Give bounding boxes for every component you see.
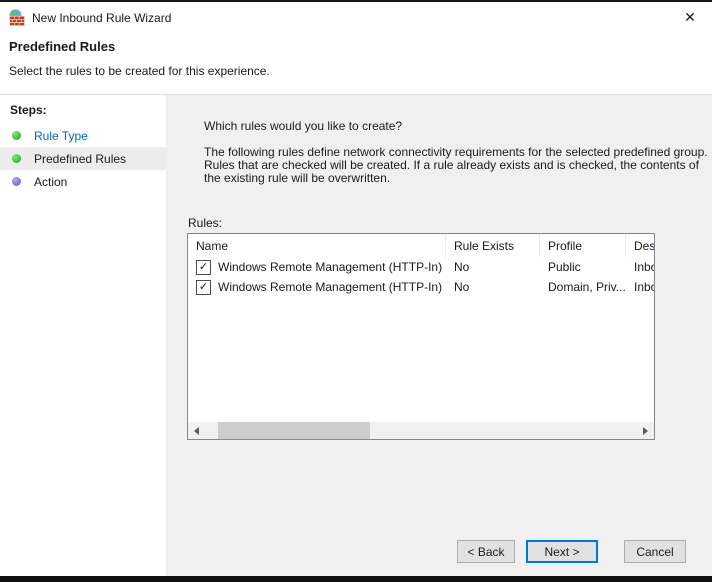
rule-checkbox[interactable]: ✓ <box>196 260 211 275</box>
page-subtitle: Select the rules to be created for this … <box>0 54 712 78</box>
main-panel: Which rules would you like to create? Th… <box>167 95 712 576</box>
checkmark-icon: ✓ <box>199 282 208 293</box>
step-done-dot-icon <box>12 131 21 140</box>
next-button[interactable]: Next > <box>526 540 598 563</box>
rule-name: Windows Remote Management (HTTP-In) <box>218 280 442 294</box>
scrollbar-left-arrow-icon[interactable] <box>188 422 205 439</box>
rule-exists-value: No <box>446 277 540 297</box>
rule-description-value: Inbou <box>626 257 654 277</box>
column-header-name[interactable]: Name <box>188 234 446 257</box>
wizard-body: Steps: Rule Type Predefined Rules Action… <box>0 95 712 576</box>
rules-list-label: Rules: <box>188 216 222 230</box>
page-title: Predefined Rules <box>0 33 712 54</box>
column-header-description[interactable]: Desc <box>626 234 654 257</box>
rule-exists-value: No <box>446 257 540 277</box>
table-empty-area <box>188 297 654 422</box>
rules-table: Name Rule Exists Profile Desc ✓ Windows … <box>187 233 655 440</box>
step-item-action: Action <box>0 170 166 193</box>
question-text: Which rules would you like to create? <box>204 119 402 133</box>
scrollbar-track[interactable] <box>205 422 637 439</box>
steps-heading: Steps: <box>0 95 166 124</box>
close-button[interactable]: ✕ <box>672 2 708 33</box>
step-done-dot-icon <box>12 154 21 163</box>
step-label: Action <box>34 175 67 189</box>
back-button[interactable]: < Back <box>457 540 515 563</box>
horizontal-scrollbar[interactable] <box>188 422 654 439</box>
cancel-button[interactable]: Cancel <box>624 540 686 563</box>
checkmark-icon: ✓ <box>199 262 208 273</box>
wizard-header: Predefined Rules Select the rules to be … <box>0 33 712 95</box>
window-title: New Inbound Rule Wizard <box>32 11 171 25</box>
table-row[interactable]: ✓ Windows Remote Management (HTTP-In) No… <box>188 257 654 277</box>
close-icon: ✕ <box>684 9 696 26</box>
titlebar: New Inbound Rule Wizard ✕ <box>0 2 712 33</box>
column-header-profile[interactable]: Profile <box>540 234 626 257</box>
steps-sidebar: Steps: Rule Type Predefined Rules Action <box>0 95 167 576</box>
step-item-rule-type[interactable]: Rule Type <box>0 124 166 147</box>
description-line: the existing rule will be overwritten. <box>204 172 708 185</box>
scrollbar-right-arrow-icon[interactable] <box>637 422 654 439</box>
window-bottom-edge <box>0 576 712 582</box>
rule-name: Windows Remote Management (HTTP-In) <box>218 260 442 274</box>
step-label: Predefined Rules <box>34 152 126 166</box>
step-upcoming-dot-icon <box>12 177 21 186</box>
rule-profile-value: Public <box>540 257 626 277</box>
rule-profile-value: Domain, Priv... <box>540 277 626 297</box>
scrollbar-thumb[interactable] <box>218 422 370 439</box>
column-header-rule-exists[interactable]: Rule Exists <box>446 234 540 257</box>
description-text: The following rules define network conne… <box>204 146 708 185</box>
firewall-icon <box>8 9 25 26</box>
step-label: Rule Type <box>34 129 88 143</box>
step-item-predefined-rules: Predefined Rules <box>0 147 166 170</box>
rule-description-value: Inbou <box>626 277 654 297</box>
rules-table-header: Name Rule Exists Profile Desc <box>188 234 654 257</box>
wizard-window: New Inbound Rule Wizard ✕ Predefined Rul… <box>0 0 712 582</box>
table-row[interactable]: ✓ Windows Remote Management (HTTP-In) No… <box>188 277 654 297</box>
rule-checkbox[interactable]: ✓ <box>196 280 211 295</box>
